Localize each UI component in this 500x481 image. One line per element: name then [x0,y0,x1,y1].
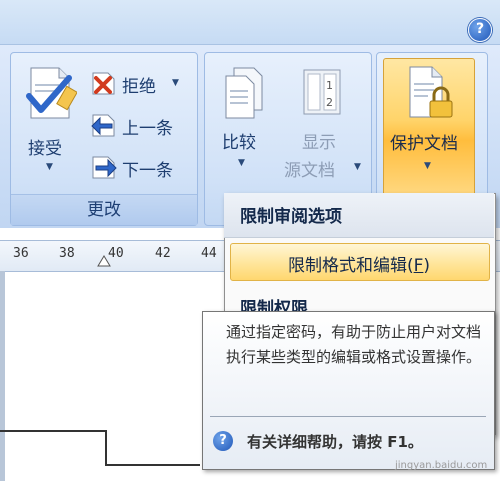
next-label: 下一条 [122,161,173,181]
previous-icon [91,114,115,137]
changes-group-label: 更改 [11,194,197,225]
help-icon: ? [213,431,233,451]
protect-document-button[interactable]: 保护文档 ▼ [383,58,475,196]
tooltip-description: 通过指定密码，有助于防止用户对文档执行某些类型的编辑或格式设置操作。 [226,323,482,366]
menu-item-shortcut: F [413,256,424,276]
show-source-label-line1: 显示 [302,133,336,153]
compare-label: 比较 [222,133,256,153]
watermark: jingyan.baidu.com [395,460,488,471]
compare-dropdown-arrow[interactable]: ▼ [238,158,245,168]
help-button[interactable]: ? [468,18,492,42]
reject-button[interactable]: 拒绝 ▼ [90,70,190,98]
show-source-label-line2: 源文档 [284,161,335,181]
reject-icon [92,72,115,95]
accept-dropdown-arrow[interactable]: ▼ [46,162,53,172]
next-change-button[interactable]: 下一条 [90,154,190,182]
ruler-indent-marker[interactable] [96,252,112,268]
document-line [105,464,200,466]
document-line [0,430,105,432]
tooltip-separator [210,416,486,417]
ruler-number: 44 [201,246,217,261]
previous-change-button[interactable]: 上一条 [90,112,190,140]
menu-item-text: 限制格式和编辑 [287,256,407,276]
ruler-number: 42 [155,246,171,261]
svg-text:1: 1 [326,79,333,92]
protect-document-label: 保护文档 [390,134,458,154]
protect-dropdown-arrow[interactable]: ▼ [424,161,431,171]
compare-icon [225,67,263,119]
reject-dropdown-arrow[interactable]: ▼ [172,78,179,88]
show-source-documents-button[interactable]: 1 2 显示 源文档 ▼ [282,62,362,182]
tooltip-help-text: 有关详细帮助，请按 F1。 [247,433,423,451]
document-line [105,430,107,465]
show-source-dropdown-arrow[interactable]: ▼ [354,162,361,172]
compare-button[interactable]: 比较 ▼ [214,62,274,182]
title-strip [0,0,500,45]
next-icon [92,156,117,179]
reject-label: 拒绝 [122,77,156,97]
accept-label: 接受 [28,139,62,159]
ruler-number: 36 [13,246,29,261]
previous-label: 上一条 [122,119,173,139]
accept-icon [26,67,77,119]
show-source-icon: 1 2 [303,69,341,115]
accept-button[interactable]: 接受 ▼ [20,62,82,182]
ruler-number: 38 [59,246,75,261]
menu-title: 限制审阅选项 [240,207,342,227]
document-left-margin [0,271,5,481]
svg-text:2: 2 [326,96,333,109]
restrict-formatting-editing-label: 限制格式和编辑(F) [287,256,431,276]
protect-document-icon [409,66,453,118]
